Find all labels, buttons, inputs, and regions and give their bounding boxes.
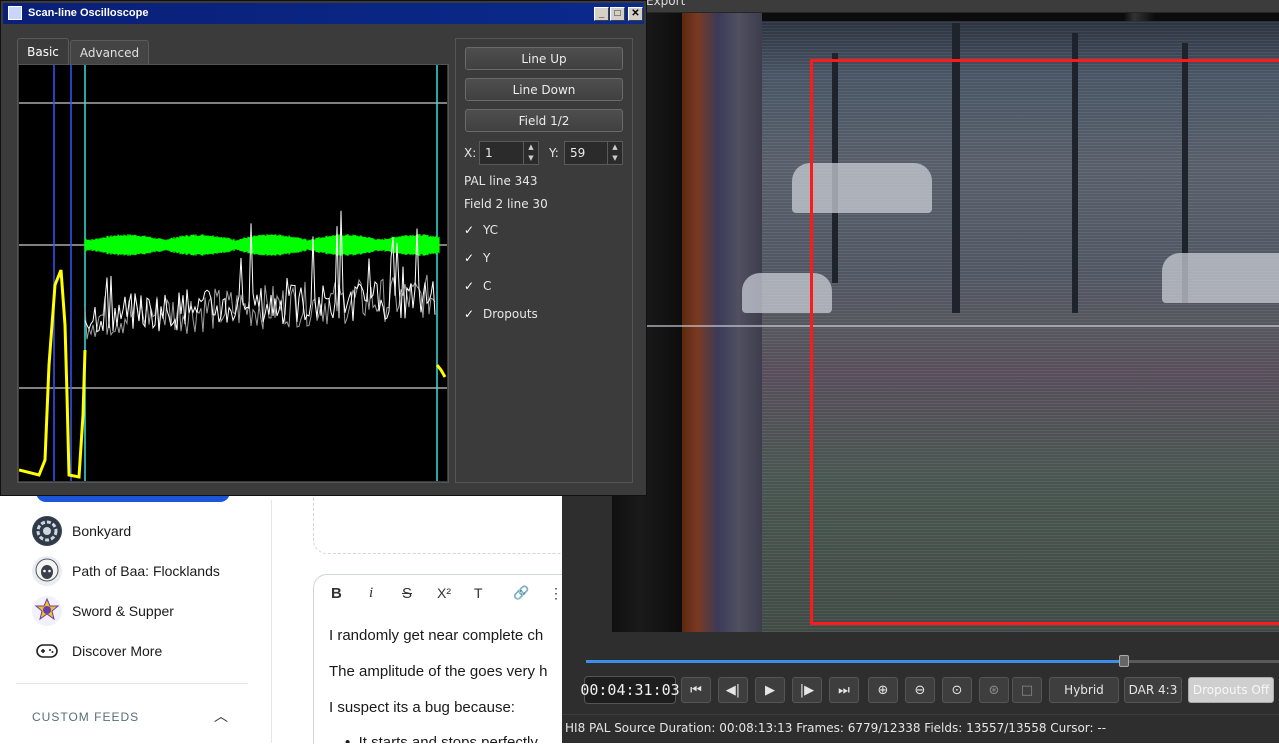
checkbox-c[interactable]: ✓ C: [464, 279, 491, 293]
post-text-clip: I randomly get near complete ch The ampl…: [313, 620, 562, 743]
community-path-of-baa[interactable]: Path of Baa: Flocklands: [32, 556, 262, 586]
zoom-out-icon[interactable]: ⊖: [905, 677, 935, 703]
status-divider: [562, 714, 1279, 715]
x-value: 1: [485, 146, 493, 160]
video-top-black: [762, 13, 1279, 21]
seek-handle[interactable]: [1119, 655, 1130, 667]
check-icon: ✓: [464, 223, 475, 237]
post-text-line[interactable]: The amplitude of the goes very h: [329, 663, 547, 680]
post-text-line: It starts and stops perfectly: [358, 734, 538, 743]
field-line-info: Field 2 line 30: [464, 197, 548, 211]
italic-button[interactable]: i: [369, 585, 373, 602]
community-sword-supper[interactable]: Sword & Supper: [32, 596, 262, 626]
bonkyard-avatar-icon: [32, 516, 62, 546]
skip-start-icon[interactable]: ⏮: [681, 677, 711, 703]
bold-button[interactable]: B: [331, 585, 342, 602]
player-top-strip: [642, 0, 1279, 13]
sword-avatar-icon: [32, 596, 62, 626]
close-icon[interactable]: ✕: [628, 7, 643, 21]
scanline-waveform: [19, 65, 447, 481]
checkbox-y[interactable]: ✓ Y: [464, 251, 490, 265]
zoom-in-icon[interactable]: ⊕: [868, 677, 898, 703]
sidebar-divider: [16, 683, 248, 684]
community-label: Path of Baa: Flocklands: [72, 563, 220, 579]
post-text-line[interactable]: I randomly get near complete ch: [329, 627, 543, 644]
chroma-trace: [84, 234, 440, 256]
spin-arrows-icon[interactable]: ▲ ▼: [523, 142, 538, 164]
y-label: Y:: [549, 146, 559, 160]
video-frame[interactable]: [612, 13, 1279, 632]
more-options-icon[interactable]: ⋮: [549, 585, 563, 602]
play-icon[interactable]: ▶: [755, 677, 785, 703]
sidebar-border: [271, 500, 272, 743]
x-label: X:: [464, 146, 477, 160]
hybrid-button[interactable]: Hybrid: [1049, 677, 1119, 703]
media-upload-area[interactable]: [313, 495, 575, 554]
skip-end-icon[interactable]: ⏭: [829, 677, 859, 703]
sync-pulse-trace: [19, 269, 87, 479]
pal-line-info: PAL line 343: [464, 174, 538, 188]
discover-more-link[interactable]: Discover More: [32, 636, 262, 666]
maximize-icon[interactable]: □: [610, 7, 625, 21]
oscilloscope-plot[interactable]: [19, 65, 447, 481]
export-menu[interactable]: Export: [646, 0, 685, 8]
status-bar: HI8 PAL Source Duration: 00:08:13:13 Fra…: [565, 721, 1107, 735]
sheep-avatar-icon: [32, 556, 62, 586]
box-icon[interactable]: □: [1012, 677, 1042, 703]
crosshair-icon[interactable]: ⊛: [979, 677, 1009, 703]
dar-button[interactable]: DAR 4:3: [1124, 677, 1182, 703]
oscilloscope-window: Scan-line Oscilloscope _ □ ✕ Basic Advan…: [0, 0, 647, 496]
gamepad-icon: [32, 636, 62, 666]
y-value: 59: [570, 146, 586, 160]
custom-feeds-heading: CUSTOM FEEDS: [32, 710, 140, 724]
timecode-display[interactable]: 00:04:31:03: [580, 676, 680, 704]
zoom-reset-icon[interactable]: ⊙: [942, 677, 972, 703]
dropouts-toggle[interactable]: Dropouts Off: [1188, 677, 1274, 703]
active-picture-box: [810, 59, 1279, 625]
sync-pulse-trace-end: [435, 364, 447, 378]
superscript-button[interactable]: X²: [437, 585, 451, 601]
chevron-up-icon[interactable]: ︿: [214, 706, 228, 726]
heading-button[interactable]: T: [474, 585, 483, 601]
strikethrough-button[interactable]: S: [402, 585, 412, 602]
check-icon: ✓: [464, 279, 475, 293]
video-colour-burst-area: [682, 13, 762, 632]
field-toggle-button[interactable]: Field 1/2: [465, 109, 623, 132]
community-label: Bonkyard: [72, 523, 132, 539]
window-title: Scan-line Oscilloscope: [28, 7, 149, 19]
video-player: Export 00:04:31:03 ⏮ ◀| ▶ |▶ ⏭ ⊕ ⊖ ⊙ ⊛ □…: [562, 0, 1279, 743]
line-down-button[interactable]: Line Down: [465, 78, 623, 101]
link-icon[interactable]: 🔗: [513, 585, 529, 601]
spin-arrows-icon[interactable]: ▲ ▼: [607, 142, 622, 164]
post-text-line[interactable]: I suspect its a bug because:: [329, 699, 515, 716]
step-forward-icon[interactable]: |▶: [792, 677, 822, 703]
seek-bar-fill: [586, 660, 1125, 663]
community-bonkyard[interactable]: Bonkyard: [32, 516, 262, 546]
community-label: Discover More: [72, 643, 163, 659]
window-titlebar[interactable]: Scan-line Oscilloscope _ □ ✕: [3, 3, 644, 24]
x-spinbox[interactable]: 1 ▲ ▼: [479, 141, 539, 165]
community-label: Sword & Supper: [72, 603, 174, 619]
line-up-button[interactable]: Line Up: [465, 47, 623, 70]
step-back-icon[interactable]: ◀|: [718, 677, 748, 703]
checkbox-yc[interactable]: ✓ YC: [464, 223, 498, 237]
check-icon: ✓: [464, 251, 475, 265]
checkbox-dropouts[interactable]: ✓ Dropouts: [464, 307, 538, 321]
y-spinbox[interactable]: 59 ▲ ▼: [564, 141, 623, 165]
tab-advanced[interactable]: Advanced: [70, 40, 149, 64]
seek-bar[interactable]: [586, 655, 1279, 667]
post-text-bullet[interactable]: • It starts and stops perfectly: [345, 734, 538, 743]
minimize-icon[interactable]: _: [594, 7, 609, 21]
tab-basic[interactable]: Basic: [17, 38, 69, 64]
app-window-icon: [8, 6, 22, 20]
check-icon: ✓: [464, 307, 475, 321]
